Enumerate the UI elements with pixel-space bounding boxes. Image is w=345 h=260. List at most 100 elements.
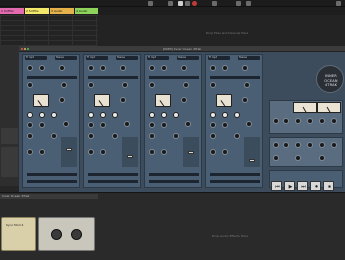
fader-channel[interactable] bbox=[244, 137, 260, 167]
aux-knob[interactable] bbox=[234, 133, 240, 139]
pan-knob[interactable] bbox=[222, 149, 228, 155]
tape-knob[interactable] bbox=[331, 142, 337, 148]
eq-knob[interactable] bbox=[27, 82, 33, 88]
tone-knob[interactable] bbox=[161, 122, 167, 128]
eq-knob[interactable] bbox=[244, 82, 250, 88]
pan-knob[interactable] bbox=[88, 149, 94, 155]
stop-button[interactable] bbox=[185, 1, 190, 6]
aux-knob[interactable] bbox=[51, 133, 57, 139]
play-button[interactable] bbox=[178, 1, 183, 6]
input-knob[interactable] bbox=[59, 65, 65, 71]
eq-knob[interactable] bbox=[61, 82, 67, 88]
record-button[interactable] bbox=[192, 1, 197, 6]
mid-knob[interactable] bbox=[39, 112, 45, 118]
rewind-button[interactable]: ⏮ bbox=[271, 181, 282, 191]
name-slot[interactable] bbox=[149, 173, 199, 176]
aux-knob[interactable] bbox=[210, 133, 216, 139]
clip-slot-grid[interactable] bbox=[0, 15, 98, 46]
fast-forward-button[interactable]: ⏭ bbox=[297, 181, 308, 191]
pan-knob[interactable] bbox=[27, 149, 33, 155]
channel-fader[interactable] bbox=[127, 155, 133, 158]
mode-select[interactable]: Stereo bbox=[177, 56, 199, 60]
track-header-3[interactable]: 3 Audio bbox=[50, 8, 74, 14]
bias-knob[interactable] bbox=[222, 65, 228, 71]
tone-knob[interactable] bbox=[27, 122, 33, 128]
master-knob[interactable] bbox=[295, 118, 301, 124]
fader-slot[interactable] bbox=[210, 76, 260, 79]
send-knob[interactable] bbox=[246, 121, 252, 127]
name-slot[interactable] bbox=[27, 180, 77, 183]
name-slot[interactable] bbox=[88, 173, 138, 176]
play-tape-button[interactable]: ▶ bbox=[284, 181, 295, 191]
punch-out-icon[interactable] bbox=[246, 1, 251, 6]
eq-knob[interactable] bbox=[183, 82, 189, 88]
low-knob[interactable] bbox=[88, 112, 94, 118]
mid-knob[interactable] bbox=[161, 112, 167, 118]
input-select[interactable]: Tr Inpt bbox=[86, 56, 108, 60]
mid-knob[interactable] bbox=[100, 112, 106, 118]
pan-knob[interactable] bbox=[210, 149, 216, 155]
drive-knob[interactable] bbox=[88, 65, 94, 71]
master-knob[interactable] bbox=[307, 118, 313, 124]
metronome-icon[interactable] bbox=[168, 1, 173, 6]
high-knob[interactable] bbox=[234, 112, 240, 118]
send-knob[interactable] bbox=[124, 121, 130, 127]
mode-select[interactable]: Stereo bbox=[238, 56, 260, 60]
tone-knob[interactable] bbox=[88, 122, 94, 128]
send-knob[interactable] bbox=[63, 121, 69, 127]
tape-knob[interactable] bbox=[319, 155, 325, 161]
mode-select[interactable]: Stereo bbox=[55, 56, 77, 60]
pan-knob[interactable] bbox=[149, 149, 155, 155]
high-knob[interactable] bbox=[51, 112, 57, 118]
master-knob[interactable] bbox=[273, 118, 279, 124]
aux-knob[interactable] bbox=[112, 133, 118, 139]
trim-knob[interactable] bbox=[59, 97, 65, 103]
pan-knob[interactable] bbox=[39, 149, 45, 155]
eq-knob[interactable] bbox=[122, 82, 128, 88]
low-knob[interactable] bbox=[210, 112, 216, 118]
high-knob[interactable] bbox=[173, 112, 179, 118]
name-slot[interactable] bbox=[149, 180, 199, 183]
tape-knob[interactable] bbox=[295, 142, 301, 148]
pan-knob[interactable] bbox=[161, 149, 167, 155]
track-header-4[interactable]: 4 Audio bbox=[75, 8, 98, 14]
fader-slot[interactable] bbox=[27, 76, 77, 79]
eq-knob[interactable] bbox=[210, 82, 216, 88]
master-knob[interactable] bbox=[319, 118, 325, 124]
channel-fader[interactable] bbox=[249, 159, 255, 162]
drive-knob[interactable] bbox=[27, 65, 33, 71]
tone-knob[interactable] bbox=[100, 122, 106, 128]
tape-knob[interactable] bbox=[319, 142, 325, 148]
input-knob[interactable] bbox=[120, 65, 126, 71]
aux-knob[interactable] bbox=[149, 133, 155, 139]
channel-fader[interactable] bbox=[188, 151, 194, 154]
tone-knob[interactable] bbox=[39, 122, 45, 128]
aux-knob[interactable] bbox=[173, 133, 179, 139]
track-header-1[interactable]: 1 Sr/Fills bbox=[0, 8, 24, 14]
name-slot[interactable] bbox=[210, 173, 260, 176]
master-knob[interactable] bbox=[283, 118, 289, 124]
pan-knob[interactable] bbox=[100, 149, 106, 155]
send-knob[interactable] bbox=[185, 121, 191, 127]
fader-channel[interactable] bbox=[122, 137, 138, 167]
trim-knob[interactable] bbox=[120, 97, 126, 103]
name-slot[interactable] bbox=[88, 180, 138, 183]
record-tape-button[interactable]: ⏺ bbox=[310, 181, 321, 191]
name-slot[interactable] bbox=[210, 180, 260, 183]
tape-knob[interactable] bbox=[283, 142, 289, 148]
tone-knob[interactable] bbox=[222, 122, 228, 128]
arrangement-record-icon[interactable] bbox=[212, 1, 217, 6]
track-header-2[interactable]: 2 Sr/Fills bbox=[25, 8, 49, 14]
drive-knob[interactable] bbox=[149, 65, 155, 71]
drive-knob[interactable] bbox=[210, 65, 216, 71]
trim-knob[interactable] bbox=[242, 97, 248, 103]
fader-slot[interactable] bbox=[88, 76, 138, 79]
tape-knob[interactable] bbox=[307, 142, 313, 148]
input-select[interactable]: Tr Inpt bbox=[147, 56, 169, 60]
device-tape-machine[interactable] bbox=[38, 217, 95, 251]
fader-slot[interactable] bbox=[149, 76, 199, 79]
low-knob[interactable] bbox=[27, 112, 33, 118]
aux-knob[interactable] bbox=[27, 133, 33, 139]
master-knob[interactable] bbox=[331, 118, 337, 124]
mode-select[interactable]: Stereo bbox=[116, 56, 138, 60]
